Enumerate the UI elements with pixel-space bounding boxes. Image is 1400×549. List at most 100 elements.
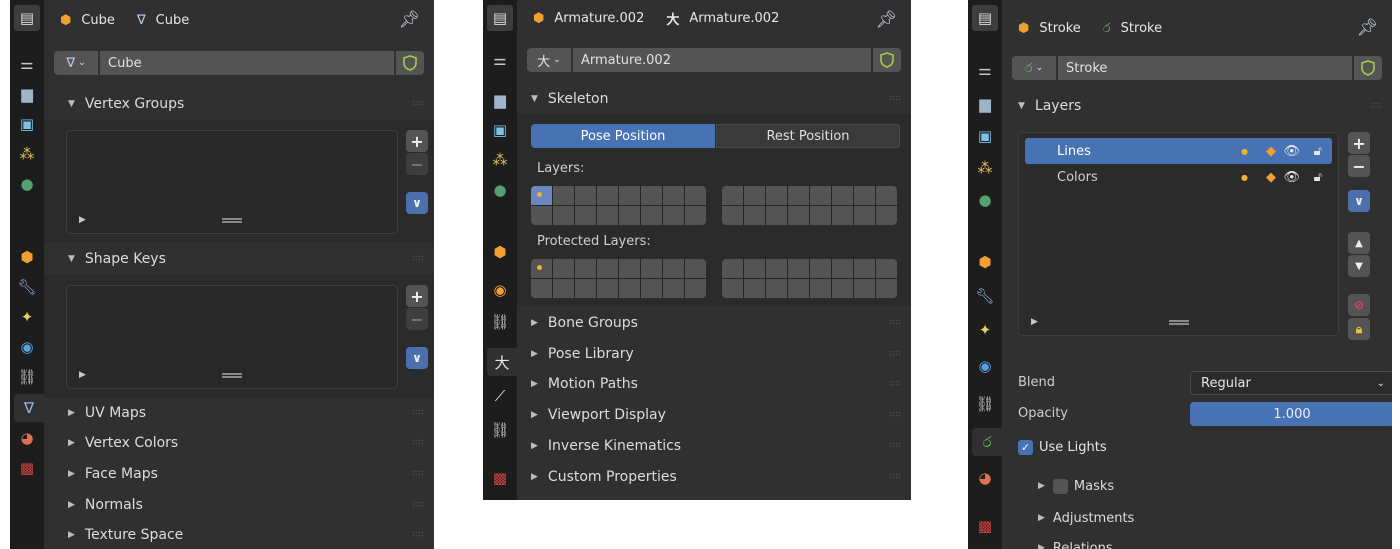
layer-toggle[interactable] — [854, 186, 875, 205]
bone-layers-grid-right[interactable] — [722, 186, 897, 225]
render-tab-icon[interactable]: ▆ — [485, 86, 515, 114]
layer-toggle[interactable] — [766, 259, 787, 278]
move-layer-down-button[interactable]: ▼ — [1348, 255, 1370, 277]
isolate-visibility-button[interactable]: ⊘ — [1348, 294, 1370, 316]
layer-toggle[interactable] — [788, 259, 809, 278]
layer-toggle[interactable] — [722, 259, 743, 278]
drag-grip-icon[interactable] — [889, 95, 901, 102]
visual-effects-tab-icon[interactable]: ✦ — [970, 316, 1000, 344]
layer-toggle[interactable] — [766, 186, 787, 205]
pose-position-button[interactable]: Pose Position — [531, 124, 715, 148]
remove-vertex-group-button[interactable]: − — [406, 153, 428, 175]
layer-toggle[interactable] — [575, 279, 596, 298]
stroke-data-tab-icon[interactable]: ර — [972, 428, 1002, 456]
layer-toggle[interactable] — [876, 206, 897, 225]
use-lights-row[interactable]: ✓ Use Lights — [1018, 434, 1107, 460]
pin-icon[interactable]: 📌︎ — [875, 10, 897, 30]
scene-tab-icon[interactable]: ● — [970, 186, 1000, 214]
eye-icon[interactable]: 👁︎ — [1283, 170, 1300, 185]
layer-toggle[interactable] — [766, 279, 787, 298]
layer-toggle[interactable] — [531, 206, 552, 225]
fake-user-shield-icon[interactable] — [873, 48, 901, 72]
section-adjustments[interactable]: ▶ Adjustments — [1038, 505, 1134, 531]
layer-toggle[interactable] — [832, 259, 853, 278]
object-tab-icon[interactable]: ⬢ — [970, 248, 1000, 276]
drag-grip-icon[interactable] — [412, 501, 424, 508]
section-normals[interactable]: ▶ Normals — [44, 490, 434, 520]
layer-toggle[interactable] — [597, 206, 618, 225]
layer-toggle[interactable] — [854, 279, 875, 298]
drag-grip-icon[interactable] — [1370, 102, 1382, 109]
texture-tab-icon[interactable]: ▩ — [12, 454, 42, 482]
onion-skin-icon[interactable]: ◆ — [1266, 170, 1276, 185]
layer-toggle[interactable] — [744, 206, 765, 225]
protected-layers-grid-left[interactable] — [531, 259, 706, 298]
drag-grip-icon[interactable] — [889, 411, 901, 418]
onion-skin-icon[interactable]: ◆ — [1266, 144, 1276, 159]
layer-toggle[interactable] — [810, 279, 831, 298]
particles-tab-icon[interactable]: ✦ — [12, 303, 42, 331]
layer-toggle[interactable] — [619, 186, 640, 205]
layer-toggle[interactable] — [685, 186, 706, 205]
layer-toggle[interactable] — [619, 279, 640, 298]
layer-toggle[interactable] — [575, 206, 596, 225]
section-uv-maps[interactable]: ▶ UV Maps — [44, 398, 434, 428]
filter-triangle-icon[interactable]: ▶ — [1031, 317, 1038, 327]
drag-grip-icon[interactable] — [889, 319, 901, 326]
layer-toggle[interactable] — [766, 206, 787, 225]
drag-grip-icon[interactable] — [412, 409, 424, 416]
layer-toggle[interactable] — [685, 279, 706, 298]
list-resize-handle[interactable] — [222, 373, 242, 378]
move-layer-up-button[interactable]: ▲ — [1348, 232, 1370, 254]
section-masks[interactable]: ▶ Masks — [1038, 473, 1114, 499]
object-tab-icon[interactable]: ⬢ — [12, 243, 42, 271]
use-lights-checkbox[interactable]: ✓ — [1018, 439, 1033, 455]
editor-type-icon[interactable]: ▤ — [487, 5, 513, 31]
mesh-data-tab-icon[interactable]: ∇ — [14, 394, 44, 422]
layer-toggle[interactable] — [553, 259, 574, 278]
layer-toggle[interactable] — [553, 279, 574, 298]
layer-toggle[interactable] — [854, 206, 875, 225]
pin-icon[interactable]: 📌︎ — [1356, 18, 1378, 38]
layer-toggle[interactable] — [810, 206, 831, 225]
view-layer-tab-icon[interactable]: ⁂ — [485, 146, 515, 174]
drag-grip-icon[interactable] — [889, 442, 901, 449]
remove-shape-key-button[interactable]: − — [406, 308, 428, 330]
isolate-lock-button[interactable]: 🔒︎ — [1348, 318, 1370, 340]
shape-key-list[interactable]: ▶ — [66, 285, 398, 389]
layer-toggle[interactable] — [685, 259, 706, 278]
constraints-tab-icon[interactable]: ⛓︎ — [970, 390, 1000, 418]
layer-specials-button[interactable]: ∨ — [1348, 190, 1370, 212]
section-motion-paths[interactable]: ▶ Motion Paths — [517, 369, 911, 399]
layer-toggle[interactable] — [788, 206, 809, 225]
section-viewport-display[interactable]: ▶ Viewport Display — [517, 400, 911, 430]
scene-tab-icon[interactable]: ● — [12, 170, 42, 198]
section-shape-keys[interactable]: ▼ Shape Keys — [44, 244, 434, 274]
scene-tab-icon[interactable]: ● — [485, 176, 515, 204]
drag-grip-icon[interactable] — [889, 473, 901, 480]
layer-toggle[interactable] — [722, 206, 743, 225]
layer-toggle[interactable] — [531, 186, 552, 205]
drag-grip-icon[interactable] — [412, 439, 424, 446]
view-layer-tab-icon[interactable]: ⁂ — [12, 140, 42, 168]
layer-toggle[interactable] — [619, 206, 640, 225]
rest-position-button[interactable]: Rest Position — [716, 124, 900, 148]
drag-grip-icon[interactable] — [412, 531, 424, 538]
masks-checkbox[interactable] — [1052, 478, 1068, 494]
section-vertex-colors[interactable]: ▶ Vertex Colors — [44, 428, 434, 458]
unlock-icon[interactable]: 🔓︎ — [1314, 170, 1322, 185]
armature-data-tab-icon[interactable]: 大 — [487, 348, 517, 376]
section-custom-properties[interactable]: ▶ Custom Properties — [517, 462, 911, 492]
drag-grip-icon[interactable] — [412, 255, 424, 262]
texture-tab-icon[interactable]: ▩ — [970, 512, 1000, 540]
section-pose-library[interactable]: ▶ Pose Library — [517, 339, 911, 369]
section-layers[interactable]: ▼ Layers — [1002, 91, 1392, 121]
layer-toggle[interactable] — [876, 259, 897, 278]
eye-icon[interactable]: 👁︎ — [1283, 144, 1300, 159]
physics-tab-icon[interactable]: ◉ — [12, 333, 42, 361]
output-tab-icon[interactable]: ▣ — [970, 122, 1000, 150]
render-tab-icon[interactable]: ▆ — [970, 90, 1000, 118]
mesh-name-field[interactable]: Cube — [100, 51, 394, 75]
layer-toggle[interactable] — [810, 259, 831, 278]
layer-toggle[interactable] — [553, 206, 574, 225]
